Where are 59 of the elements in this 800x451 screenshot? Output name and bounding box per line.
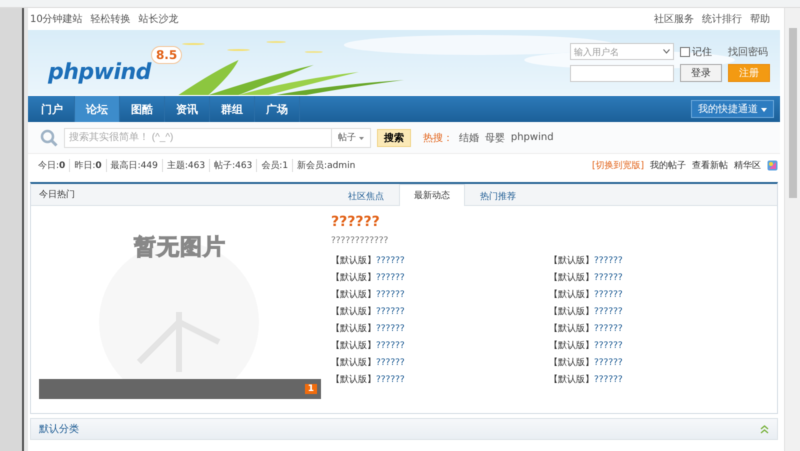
post-link[interactable]: 【默认版】?????? [549, 373, 769, 388]
hot-search-link[interactable]: 母婴 [484, 130, 505, 144]
panel-tab[interactable]: 热门推荐 [465, 186, 531, 206]
stat-text: 今日:0 [37, 160, 66, 172]
chevron-down-icon[interactable] [663, 49, 670, 54]
shortcut-dropdown[interactable]: 我的快捷通道 [690, 100, 774, 118]
forgot-password-link[interactable]: 找回密码 [728, 44, 770, 58]
caret-icon [761, 108, 767, 112]
category-title[interactable]: 默认分类 [39, 422, 79, 436]
panel-tab[interactable]: 社区焦点 [333, 186, 399, 206]
post-link[interactable]: 【默认版】?????? [549, 356, 769, 371]
stat-text: 主题:463 [162, 158, 210, 172]
top-link[interactable]: 10分钟建站 [30, 12, 83, 26]
post-link[interactable]: 【默认版】?????? [549, 339, 769, 354]
no-image-text: 暂无图片 [133, 234, 227, 262]
post-link[interactable]: 【默认版】?????? [331, 356, 549, 371]
collapse-icon[interactable] [760, 424, 769, 434]
post-link[interactable]: 【默认版】?????? [331, 305, 549, 320]
password-field[interactable] [570, 64, 674, 82]
post-link[interactable]: 【默认版】?????? [331, 288, 549, 303]
quick-link[interactable]: 我的帖子 [650, 158, 686, 172]
search-button[interactable]: 搜索 [376, 128, 411, 146]
top-link[interactable]: 站长沙龙 [138, 12, 179, 26]
post-link[interactable]: 【默认版】?????? [331, 339, 549, 354]
nav-tab[interactable]: 论坛 [75, 96, 120, 122]
stat-text: 会员:1 [256, 158, 292, 172]
stat-text: 新会员:admin [292, 158, 360, 172]
panel-tab[interactable]: 最新动态 [399, 184, 465, 206]
login-button[interactable]: 登录 [680, 64, 722, 82]
post-link[interactable]: 【默认版】?????? [331, 271, 549, 286]
post-link[interactable]: 【默认版】?????? [549, 254, 769, 269]
post-link[interactable]: 【默认版】?????? [331, 254, 549, 269]
top-link[interactable]: 社区服务 [654, 12, 694, 26]
username-field[interactable]: 输入用户名 [570, 43, 674, 60]
hot-search-link[interactable]: phpwind [510, 132, 554, 143]
hot-search-link[interactable]: 结婚 [458, 130, 479, 144]
post-link[interactable]: 【默认版】?????? [549, 288, 769, 303]
post-link[interactable]: 【默认版】?????? [331, 322, 549, 337]
panel-title: 今日热门 [38, 188, 76, 201]
top-link[interactable]: 统计排行 [702, 12, 742, 26]
top-link[interactable]: 帮助 [750, 12, 770, 26]
post-link[interactable]: 【默认版】?????? [549, 271, 769, 286]
headline-summary: ???????????? [331, 236, 390, 246]
post-link[interactable]: 【默认版】?????? [549, 305, 769, 320]
stat-text: 昨日:0 [69, 158, 106, 172]
hot-search-label: 热搜： [422, 132, 453, 144]
post-link[interactable]: 【默认版】?????? [331, 373, 549, 388]
remember-checkbox[interactable]: 记住 [680, 44, 722, 58]
quick-link[interactable]: 查看新帖 [692, 158, 728, 172]
post-link[interactable]: 【默认版】?????? [549, 322, 769, 337]
stat-text: 帖子:463 [209, 158, 256, 172]
top-link[interactable]: 轻松转换 [90, 12, 131, 26]
caret-icon [358, 137, 364, 140]
stat-text: 最高日:449 [106, 158, 162, 172]
quick-link[interactable]: 精华区 [734, 158, 761, 172]
search-icon [40, 128, 58, 146]
color-palette-icon[interactable] [767, 160, 778, 170]
scrollbar[interactable] [784, 8, 800, 451]
logo-text[interactable]: phpwind [48, 60, 151, 85]
